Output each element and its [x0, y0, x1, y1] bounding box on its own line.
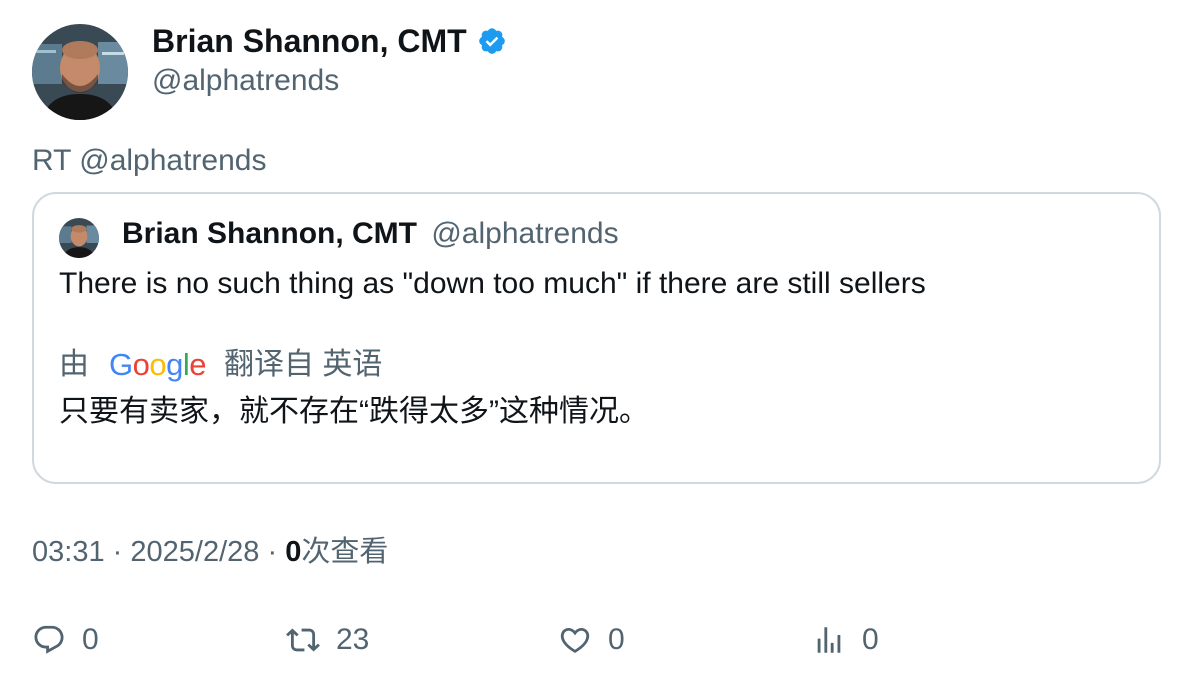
quoted-author-handle[interactable]: @alphatrends — [431, 217, 618, 250]
views-button[interactable]: 0 — [812, 620, 879, 660]
author-name-text: Brian Shannon, CMT — [152, 23, 467, 59]
translation-prefix: 由 — [59, 348, 89, 381]
tweet-time[interactable]: 03:31 — [32, 536, 105, 568]
translation-attribution: 由 Google 翻译自 英语 — [59, 347, 382, 383]
translation-suffix: 翻译自 英语 — [224, 348, 383, 381]
author-display-name[interactable]: Brian Shannon, CMT — [152, 22, 507, 60]
author-avatar[interactable] — [32, 24, 128, 120]
views-action-count: 0 — [862, 623, 879, 656]
quoted-tweet-card[interactable]: Brian Shannon, CMT @alphatrends There is… — [32, 192, 1161, 484]
meta-separator: · — [112, 536, 123, 568]
retweet-label: RT @alphatrends — [32, 144, 267, 177]
retweet-count: 23 — [336, 623, 370, 656]
like-count: 0 — [608, 623, 625, 656]
views-label: 次查看 — [301, 536, 389, 568]
reply-icon — [34, 625, 64, 654]
reply-count: 0 — [82, 623, 99, 656]
retweet-button[interactable]: 23 — [286, 620, 369, 660]
views-icon — [817, 627, 841, 653]
retweet-icon — [286, 628, 320, 652]
views-count: 0 — [285, 536, 302, 568]
google-logo[interactable]: Google — [109, 347, 207, 383]
quoted-author-avatar[interactable] — [59, 218, 99, 258]
verified-badge-icon[interactable] — [477, 26, 507, 56]
tweet-meta: 03:31 · 2025/2/28 · 0次查看 — [32, 534, 388, 570]
like-button[interactable]: 0 — [558, 620, 625, 660]
quoted-author-name[interactable]: Brian Shannon, CMT — [122, 217, 417, 250]
meta-separator: · — [267, 536, 278, 568]
tweet-date[interactable]: 2025/2/28 — [130, 536, 259, 568]
like-icon — [560, 627, 590, 653]
reply-button[interactable]: 0 — [32, 620, 99, 660]
quoted-tweet-header: Brian Shannon, CMT @alphatrends — [122, 216, 619, 252]
quoted-tweet-text: There is no such thing as "down too much… — [59, 267, 926, 300]
author-handle[interactable]: @alphatrends — [152, 63, 339, 99]
translated-text: 只要有卖家，就不存在“跌得太多”这种情况。 — [59, 395, 649, 428]
